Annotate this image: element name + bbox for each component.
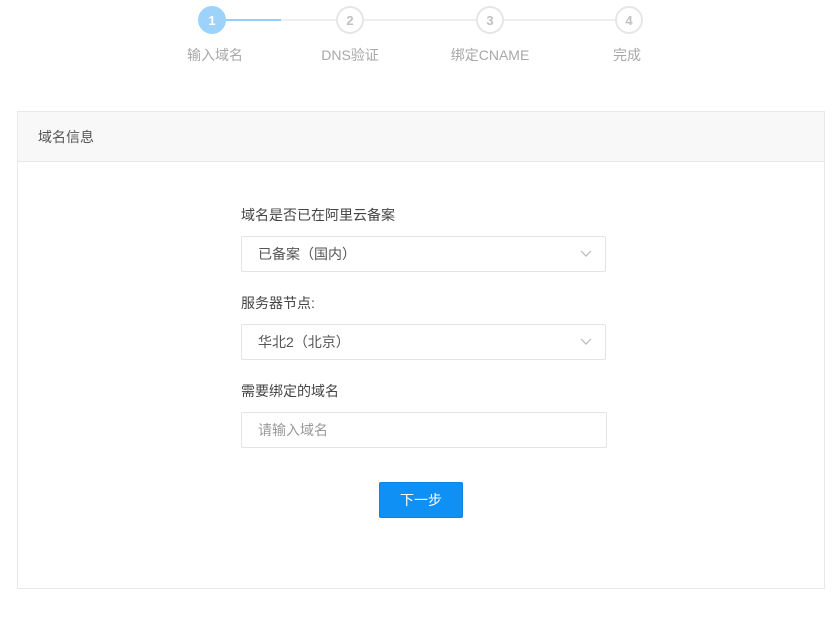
step-4-circle: 4 xyxy=(615,6,643,34)
card-title: 域名信息 xyxy=(38,128,94,145)
step-connector-progress xyxy=(226,19,281,21)
server-node-select[interactable]: 华北2（北京） xyxy=(241,324,606,360)
server-node-value: 华北2（北京） xyxy=(258,334,350,350)
domain-input-label: 需要绑定的域名 xyxy=(241,383,339,399)
chevron-down-icon xyxy=(580,250,592,257)
icp-status-value: 已备案（国内） xyxy=(258,246,356,262)
next-step-button[interactable]: 下一步 xyxy=(379,482,463,518)
step-2-circle: 2 xyxy=(336,6,364,34)
chevron-down-icon xyxy=(580,338,592,345)
step-connector xyxy=(281,19,336,21)
step-connector xyxy=(364,19,476,21)
step-4-label: 完成 xyxy=(613,47,641,63)
step-3-label: 绑定CNAME xyxy=(450,47,530,63)
icp-status-select[interactable]: 已备案（国内） xyxy=(241,236,606,272)
server-node-label: 服务器节点: xyxy=(241,295,315,311)
domain-input[interactable] xyxy=(241,412,607,448)
step-connector xyxy=(504,19,615,21)
progress-stepper: 1 2 3 4 输入域名 DNS验证 绑定CNAME 完成 xyxy=(0,0,839,80)
step-2-label: DNS验证 xyxy=(321,47,379,63)
icp-status-label: 域名是否已在阿里云备案 xyxy=(241,207,395,223)
domain-info-card: 域名信息 域名是否已在阿里云备案 已备案（国内） 服务器节点: 华北2（北京） … xyxy=(17,111,825,589)
step-1-label: 输入域名 xyxy=(187,47,243,63)
card-header: 域名信息 xyxy=(18,112,824,162)
step-1-circle: 1 xyxy=(198,6,226,34)
step-3-circle: 3 xyxy=(476,6,504,34)
domain-form: 域名是否已在阿里云备案 已备案（国内） 服务器节点: 华北2（北京） 需要绑定的… xyxy=(241,205,607,448)
